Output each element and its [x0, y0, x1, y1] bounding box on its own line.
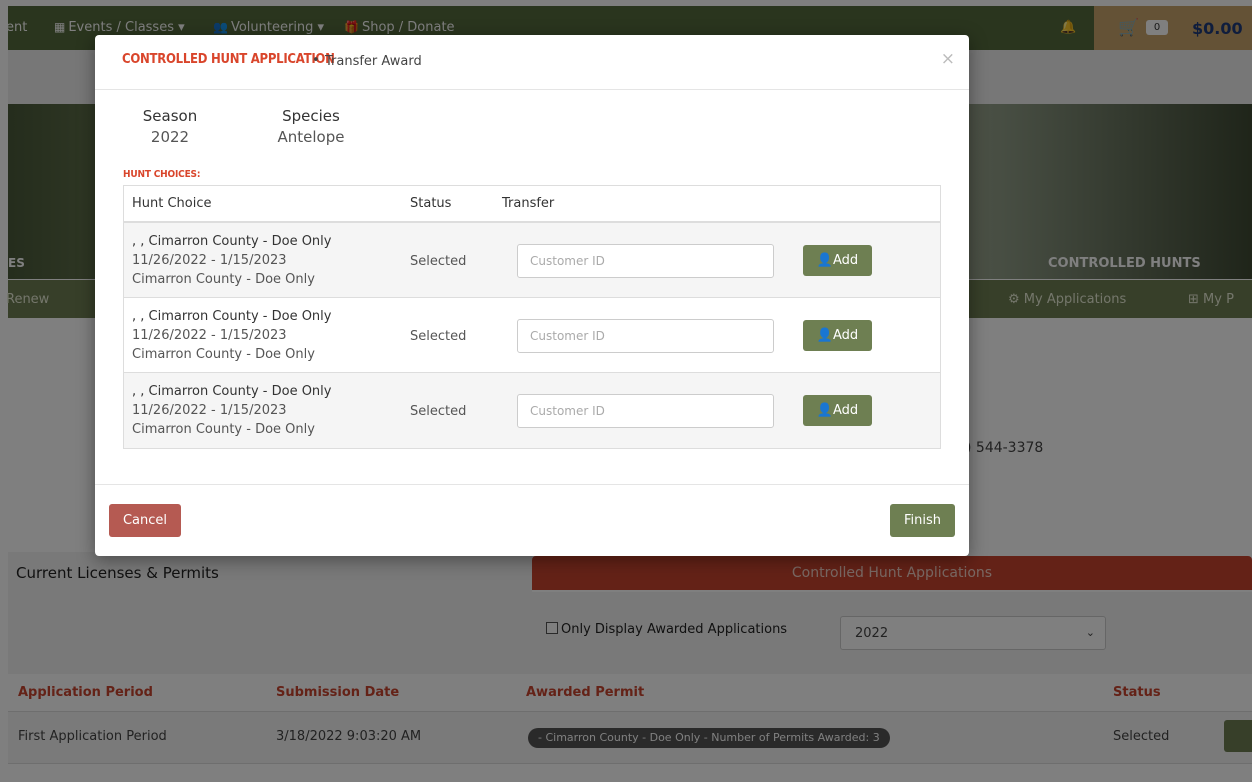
season-info: Season 2022: [141, 107, 199, 146]
customer-id-input[interactable]: [517, 244, 774, 278]
col-status: Status: [410, 196, 452, 211]
modal-title: CONTROLLED HUNT APPLICATION: [122, 52, 335, 67]
modal-subtitle: Transfer Award: [325, 54, 422, 69]
hunt-choice-dates: 11/26/2022 - 1/15/2023: [132, 328, 287, 343]
col-hunt-choice: Hunt Choice: [132, 196, 212, 211]
hunt-choice-name: , , Cimarron County - Doe Only: [132, 309, 332, 324]
hunt-choice-dates: 11/26/2022 - 1/15/2023: [132, 253, 287, 268]
add-transfer-label: Add: [833, 403, 859, 418]
transfer-award-modal: CONTROLLED HUNT APPLICATION • Transfer A…: [95, 35, 969, 556]
hunt-choice-status: Selected: [410, 254, 467, 269]
species-label: Species: [282, 107, 340, 125]
add-transfer-button[interactable]: 👤Add: [803, 320, 872, 351]
col-transfer: Transfer: [502, 196, 555, 211]
hunt-choices-table: Hunt Choice Status Transfer , , Cimarron…: [123, 185, 941, 449]
modal-title-separator: •: [312, 53, 320, 68]
species-info: Species Antelope: [277, 107, 345, 146]
table-row: , , Cimarron County - Doe Only 11/26/202…: [124, 373, 940, 448]
cancel-button[interactable]: Cancel: [109, 504, 181, 537]
species-value: Antelope: [277, 128, 345, 146]
hunt-choices-heading: HUNT CHOICES:: [123, 169, 201, 180]
add-user-icon: 👤: [816, 403, 833, 418]
add-user-icon: 👤: [816, 253, 833, 268]
customer-id-input[interactable]: [517, 319, 774, 353]
table-row: , , Cimarron County - Doe Only 11/26/202…: [124, 223, 940, 298]
close-icon[interactable]: ×: [941, 49, 955, 69]
add-transfer-label: Add: [833, 328, 859, 343]
customer-id-input[interactable]: [517, 394, 774, 428]
finish-button[interactable]: Finish: [890, 504, 955, 537]
hunt-choice-name: , , Cimarron County - Doe Only: [132, 384, 332, 399]
hunt-choice-area: Cimarron County - Doe Only: [132, 272, 315, 287]
hunt-choices-header: Hunt Choice Status Transfer: [124, 186, 940, 223]
season-value: 2022: [150, 128, 190, 146]
add-user-icon: 👤: [816, 328, 833, 343]
hunt-choice-name: , , Cimarron County - Doe Only: [132, 234, 332, 249]
add-transfer-label: Add: [833, 253, 859, 268]
hunt-choice-dates: 11/26/2022 - 1/15/2023: [132, 403, 287, 418]
hunt-choice-status: Selected: [410, 404, 467, 419]
hunt-choice-status: Selected: [410, 329, 467, 344]
hunt-choice-area: Cimarron County - Doe Only: [132, 347, 315, 362]
hunt-choice-area: Cimarron County - Doe Only: [132, 422, 315, 437]
add-transfer-button[interactable]: 👤Add: [803, 395, 872, 426]
table-row: , , Cimarron County - Doe Only 11/26/202…: [124, 298, 940, 373]
season-label: Season: [142, 107, 198, 125]
modal-footer-divider: [95, 484, 969, 485]
add-transfer-button[interactable]: 👤Add: [803, 245, 872, 276]
modal-header: CONTROLLED HUNT APPLICATION • Transfer A…: [95, 35, 969, 90]
